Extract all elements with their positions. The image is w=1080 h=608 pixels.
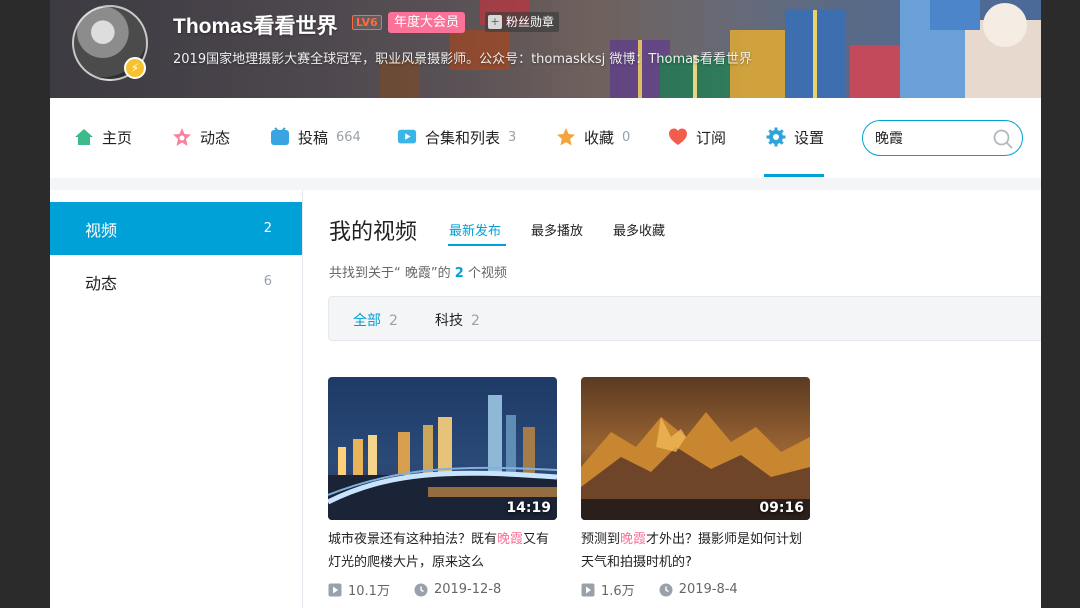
nav-subscriptions[interactable]: 订阅 <box>668 124 726 150</box>
video-thumbnail[interactable]: 14:19 <box>328 377 557 520</box>
sidebar-item-count: 2 <box>263 221 272 236</box>
category-filter-bar: 全部 2 科技 2 <box>328 296 1041 341</box>
nav-favorites-count: 0 <box>622 129 631 145</box>
sidebar-item-videos[interactable]: 视频 2 <box>50 202 302 255</box>
play-count-value: 10.1万 <box>348 584 390 599</box>
sidebar-item-count: 6 <box>263 274 272 289</box>
star-icon <box>556 127 576 147</box>
home-icon <box>74 127 94 147</box>
fan-medal-label: 粉丝勋章 <box>506 15 555 29</box>
space-search[interactable] <box>862 120 1023 156</box>
publish-date-value: 2019-12-8 <box>433 582 502 597</box>
video-title[interactable]: 预测到晚霞才外出？摄影师是如何计划天气和拍摄时机的? <box>581 528 810 574</box>
video-duration: 14:19 <box>506 500 551 516</box>
username: Thomas看看世界 <box>173 15 338 38</box>
play-count-value: 1.6万 <box>601 584 635 599</box>
sidebar-item-label: 视频 <box>85 220 118 240</box>
content-sidebar: 视频 2 动态 6 <box>50 190 302 608</box>
video-meta: 1.6万 2019-8-4 <box>581 580 810 599</box>
nav-dynamic-label: 动态 <box>200 128 231 147</box>
search-icon[interactable] <box>992 128 1014 150</box>
play-icon <box>581 583 595 596</box>
play-icon <box>328 583 342 596</box>
video-list-panel: 我的视频 最新发布 最多播放 最多收藏 共找到关于“ 晚霞”的 2 个视频 全部… <box>302 190 1041 608</box>
page-title: 我的视频 <box>329 220 418 245</box>
filter-count: 2 <box>389 313 398 329</box>
filter-tech[interactable]: 科技 2 <box>435 310 480 330</box>
nav-submissions-count: 664 <box>336 129 361 145</box>
video-title-highlight: 晚霞 <box>497 532 524 547</box>
dynamic-icon <box>172 127 192 147</box>
tab-most-played[interactable]: 最多播放 <box>531 220 583 239</box>
nav-favorites-label: 收藏 <box>584 128 615 147</box>
filter-count: 2 <box>471 313 480 329</box>
nav-home[interactable]: 主页 <box>74 124 132 150</box>
fan-medal[interactable]: + 粉丝勋章 <box>485 12 560 32</box>
nav-home-label: 主页 <box>102 128 133 147</box>
nav-submissions-label: 投稿 <box>298 128 329 147</box>
filter-label: 科技 <box>435 313 463 329</box>
vip-badge[interactable]: 年度大会员 <box>388 12 466 33</box>
nav-collections-label: 合集和列表 <box>425 128 501 147</box>
video-title-text: 城市夜景还有这种拍法？既有 <box>328 532 498 547</box>
play-count: 10.1万 <box>328 580 390 599</box>
search-result-summary: 共找到关于“ 晚霞”的 2 个视频 <box>329 262 507 281</box>
nav-settings[interactable]: 设置 <box>766 124 824 150</box>
video-title[interactable]: 城市夜景还有这种拍法？既有晚霞又有灯光的爬楼大片，原来这么 <box>328 528 557 574</box>
mountain-sunset-thumbnail <box>581 377 810 520</box>
result-suffix: 个视频 <box>467 266 507 281</box>
play-count: 1.6万 <box>581 580 635 599</box>
user-signature: 2019国家地理摄影大赛全球冠军，职业风景摄影师。公众号：thomaskksj … <box>173 52 752 67</box>
heart-icon <box>668 127 688 147</box>
nav-dynamic[interactable]: 动态 <box>172 124 230 150</box>
verified-badge-icon: ⚡ <box>124 57 146 79</box>
level-badge: LV6 <box>352 15 382 30</box>
result-count: 2 <box>454 266 464 281</box>
nav-collections[interactable]: 合集和列表 3 <box>397 124 516 150</box>
publish-date: 2019-8-4 <box>659 582 738 597</box>
clock-icon <box>414 583 428 596</box>
video-duration: 09:16 <box>759 500 804 516</box>
sidebar-item-label: 动态 <box>85 273 118 293</box>
active-tab-indicator <box>448 244 506 246</box>
nav-collections-count: 3 <box>508 129 517 145</box>
video-card[interactable]: 09:16 预测到晚霞才外出？摄影师是如何计划天气和拍摄时机的? 1.6万 20… <box>581 377 810 599</box>
clock-icon <box>659 583 673 596</box>
nav-settings-label: 设置 <box>794 128 825 147</box>
filter-label: 全部 <box>353 313 381 329</box>
sidebar-item-dynamic[interactable]: 动态 6 <box>50 255 302 308</box>
video-card[interactable]: 14:19 城市夜景还有这种拍法？既有晚霞又有灯光的爬楼大片，原来这么 10.1… <box>328 377 557 599</box>
space-page: ⚡ Thomas看看世界 LV6 年度大会员 + 粉丝勋章 2019国家地理摄影… <box>50 0 1041 608</box>
filter-all[interactable]: 全部 2 <box>353 310 398 330</box>
publish-date-value: 2019-8-4 <box>678 582 738 597</box>
gear-icon <box>766 127 786 147</box>
active-nav-indicator <box>764 174 824 177</box>
publish-date: 2019-12-8 <box>414 582 501 597</box>
video-title-text: 预测到 <box>581 532 621 547</box>
video-icon <box>270 127 290 147</box>
nav-favorites[interactable]: 收藏 0 <box>556 124 630 150</box>
video-title-highlight: 晚霞 <box>620 532 647 547</box>
nav-submissions[interactable]: 投稿 664 <box>270 124 361 150</box>
video-meta: 10.1万 2019-12-8 <box>328 580 557 599</box>
tab-latest[interactable]: 最新发布 <box>449 220 501 239</box>
tab-most-favorited[interactable]: 最多收藏 <box>613 220 665 239</box>
search-input[interactable] <box>875 128 985 148</box>
result-prefix: 共找到关于“ 晚霞”的 <box>329 266 451 281</box>
playlist-icon <box>397 127 417 147</box>
plus-icon: + <box>488 15 502 29</box>
city-night-thumbnail <box>328 377 557 520</box>
video-thumbnail[interactable]: 09:16 <box>581 377 810 520</box>
nav-subscriptions-label: 订阅 <box>696 128 727 147</box>
